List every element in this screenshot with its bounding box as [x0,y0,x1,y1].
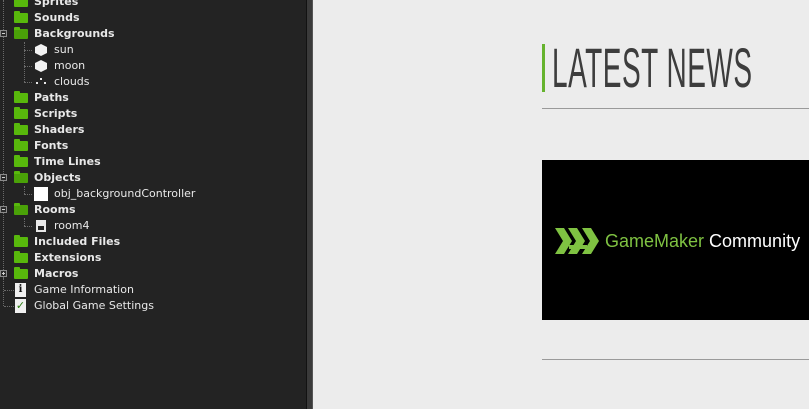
folder-open-icon [14,171,28,183]
folder-icon [14,91,28,103]
folder-open-icon [14,203,28,215]
background-icon [35,44,47,56]
tree-item-label: moon [54,59,86,72]
tree-item-label: Backgrounds [34,27,115,40]
tree-guide [24,50,32,51]
tree-item-label: room4 [54,219,90,232]
tree-item-label: Rooms [34,203,76,216]
tree-item-label: Time Lines [34,155,101,168]
news-banner[interactable]: GameMaker Community [542,160,809,320]
folder-icon [14,267,28,279]
divider [542,108,809,109]
tree-item-label: Macros [34,267,79,280]
tree-item-label: clouds [54,75,90,88]
tree-item-label: sun [54,43,74,56]
object-sprite-icon [34,187,48,201]
resource-tree: Sprites Sounds Backgrounds sun moon clou… [0,0,306,409]
tree-guide [24,226,32,227]
tree-guide [24,194,32,195]
tree-item-label: Shaders [34,123,85,136]
folder-icon [14,235,28,247]
tree-item-label: Fonts [34,139,69,152]
collapse-toggle-icon[interactable] [0,174,7,181]
tree-item-label: Global Game Settings [34,299,154,312]
tree-guide [24,66,32,67]
gamemaker-logo-icon [555,228,599,254]
tree-guide [24,42,25,82]
background-dots-icon [35,76,47,88]
tree-guide [24,82,32,83]
expand-toggle-icon[interactable] [0,270,7,277]
folder-icon [14,251,28,263]
tree-item-label: Sounds [34,11,80,24]
tree-guide [4,306,14,307]
tree-guide [3,0,4,278]
folder-open-icon [14,27,28,39]
settings-check-icon: ✓ [15,299,26,313]
tree-guide [4,290,14,291]
folder-icon [14,139,28,151]
tree-guide [24,218,25,226]
banner-suffix: Community [709,231,801,251]
banner-title: GameMaker Community [605,227,800,255]
folder-icon [14,0,28,7]
folder-icon [14,155,28,167]
tree-item-label: Game Information [34,283,134,296]
page-title: LATEST NEWS [552,36,753,99]
tree-item-label: Objects [34,171,81,184]
tree-item-label: Included Files [34,235,121,248]
collapse-toggle-icon[interactable] [0,30,7,37]
tree-guide [24,186,25,194]
tree-item-label: Paths [34,91,69,104]
folder-icon [14,11,28,23]
panel-splitter[interactable] [306,0,313,409]
info-icon: i [15,283,26,297]
tree-item-label: Scripts [34,107,78,120]
background-icon [35,60,47,72]
collapse-toggle-icon[interactable] [0,206,7,213]
tree-item-label: obj_backgroundController [54,187,196,200]
tree-item-label: Extensions [34,251,102,264]
tree-guide [3,278,4,306]
banner-brand: GameMaker [605,231,705,251]
tree-item-label: Sprites [34,0,79,8]
folder-icon [14,123,28,135]
folder-icon [14,107,28,119]
divider [542,359,809,360]
news-page: LATEST NEWS GameMaker Community [313,0,809,409]
title-accent-bar [542,44,545,92]
room-icon [36,220,46,232]
